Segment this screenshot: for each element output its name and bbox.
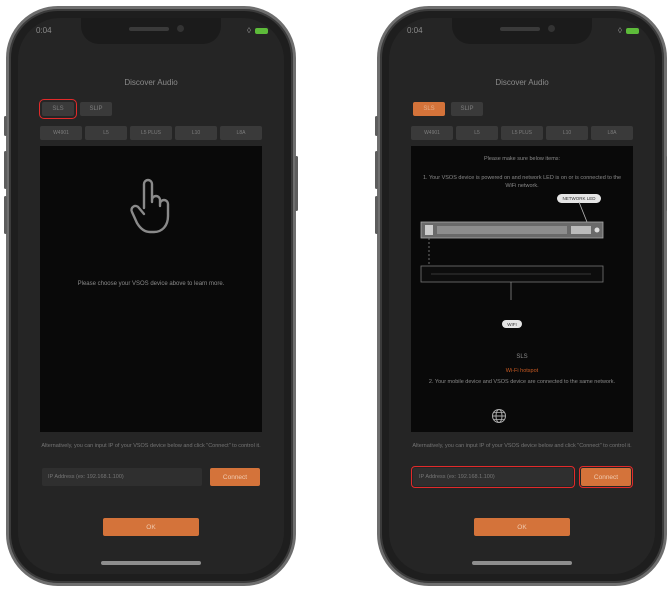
tab-sls[interactable]: SLS xyxy=(39,99,77,119)
status-icons: ◊ xyxy=(618,27,639,35)
home-indicator[interactable] xyxy=(101,561,201,565)
device-info-panel: Please make sure below items: 1. Your VS… xyxy=(411,146,633,432)
model-option[interactable]: L10 xyxy=(546,126,588,140)
app-screen: 0:04 ◊ Discover Audio SLS SLIP W4901 L5 … xyxy=(389,18,655,574)
app-screen: 0:04 ◊ Discover Audio SLS SLIP W4901 L5 … xyxy=(18,18,284,574)
instruction-step-1: 1. Your VSOS device is powered on and ne… xyxy=(422,175,622,189)
hotspot-label: Wi-Fi hotspot xyxy=(505,368,539,374)
page-title: Discover Audio xyxy=(495,78,549,87)
phone-mockup-left: 0:04 ◊ Discover Audio SLS SLIP W4901 L5 … xyxy=(4,6,298,586)
battery-icon xyxy=(255,28,268,34)
status-icons: ◊ xyxy=(247,27,268,35)
tab-sls[interactable]: SLS xyxy=(413,102,445,116)
instructions-title: Please make sure below items: xyxy=(483,156,561,162)
model-option[interactable]: L8A xyxy=(220,126,262,140)
model-option[interactable]: L8A xyxy=(591,126,633,140)
model-option[interactable]: W4901 xyxy=(40,126,82,140)
tab-slip[interactable]: SLIP xyxy=(80,102,112,116)
manual-connect-hint: Alternatively, you can input IP of your … xyxy=(412,443,632,449)
manual-connect-hint: Alternatively, you can input IP of your … xyxy=(41,443,261,449)
device-label: SLS xyxy=(516,354,528,360)
status-time: 0:04 xyxy=(36,26,52,35)
panel-message: Please choose your VSOS device above to … xyxy=(77,281,225,287)
mute-switch xyxy=(375,116,378,136)
device-info-panel: Please choose your VSOS device above to … xyxy=(40,146,262,432)
page-title: Discover Audio xyxy=(124,78,178,87)
model-option[interactable]: L5 PLUS xyxy=(130,126,172,140)
wifi-tag: WIFI xyxy=(502,320,522,328)
model-option[interactable]: L5 PLUS xyxy=(501,126,543,140)
model-option[interactable]: L10 xyxy=(175,126,217,140)
model-option[interactable]: L5 xyxy=(85,126,127,140)
volume-up-button xyxy=(375,151,378,189)
home-indicator[interactable] xyxy=(472,561,572,565)
ip-address-input[interactable] xyxy=(42,468,202,486)
notch xyxy=(452,18,592,44)
volume-down-button xyxy=(375,196,378,234)
power-button xyxy=(295,156,298,211)
phone-mockup-right: 0:04 ◊ Discover Audio SLS SLIP W4901 L5 … xyxy=(375,6,667,586)
battery-icon xyxy=(626,28,639,34)
hand-pointer-icon xyxy=(130,178,170,234)
model-selector: W4901 L5 L5 PLUS L10 L8A xyxy=(40,126,262,140)
tab-slip[interactable]: SLIP xyxy=(451,102,483,116)
status-time: 0:04 xyxy=(407,26,423,35)
volume-down-button xyxy=(4,196,7,234)
globe-icon xyxy=(492,409,506,423)
model-option[interactable]: W4901 xyxy=(411,126,453,140)
volume-up-button xyxy=(4,151,7,189)
ok-button[interactable]: OK xyxy=(103,518,199,536)
device-diagram xyxy=(420,202,604,300)
model-selector: W4901 L5 L5 PLUS L10 L8A xyxy=(411,126,633,140)
connect-button[interactable]: Connect xyxy=(210,468,260,486)
ip-address-input[interactable] xyxy=(411,466,575,488)
notch xyxy=(81,18,221,44)
connect-button[interactable]: Connect xyxy=(579,466,633,488)
mute-switch xyxy=(4,116,7,136)
instruction-step-2: 2. Your mobile device and VSOS device ar… xyxy=(428,379,616,385)
model-option[interactable]: L5 xyxy=(456,126,498,140)
wifi-icon: ◊ xyxy=(247,26,251,35)
wifi-icon: ◊ xyxy=(618,26,622,35)
ok-button[interactable]: OK xyxy=(474,518,570,536)
